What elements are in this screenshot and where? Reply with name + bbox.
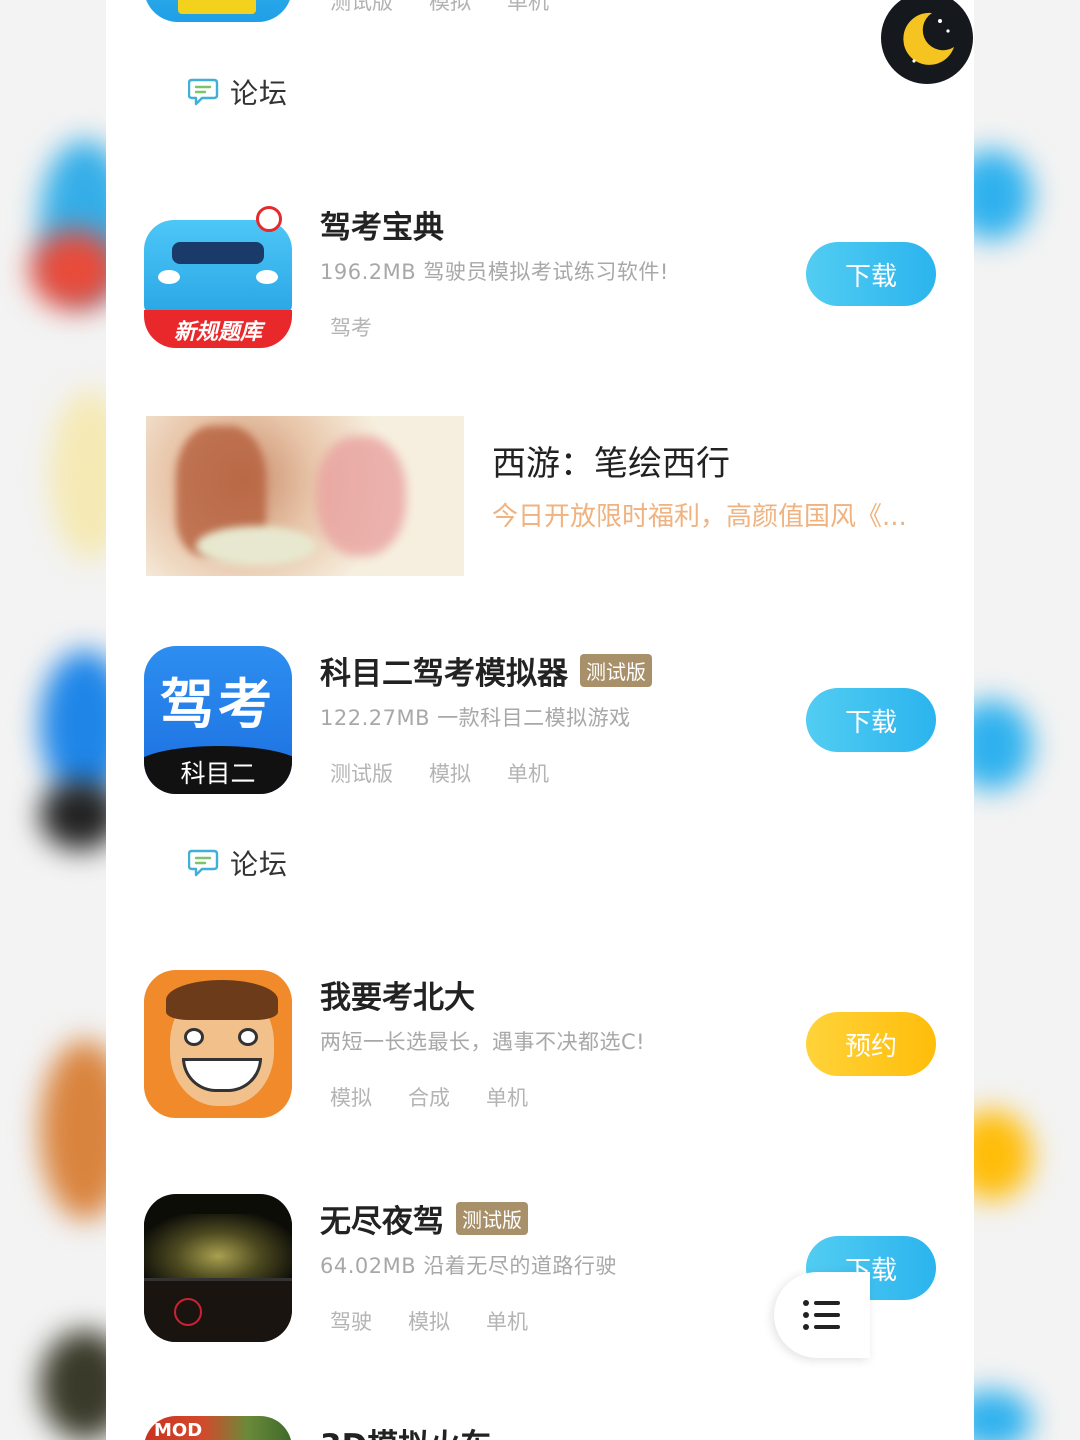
partial-app-tags: 测试版 模拟 单机 bbox=[330, 0, 549, 16]
app-name-text: 驾考宝典 bbox=[320, 210, 444, 246]
night-mode-button[interactable] bbox=[881, 0, 973, 84]
promo-image[interactable] bbox=[146, 416, 464, 576]
app-icon-3d-train[interactable]: MOD bbox=[144, 1416, 292, 1440]
tag: 模拟 bbox=[330, 1086, 372, 1110]
app-description: 122.27MB 一款科目二模拟游戏 bbox=[320, 706, 631, 730]
app-name-text: 无尽夜驾 bbox=[320, 1204, 444, 1240]
left-blurred-background bbox=[0, 0, 110, 1440]
app-name: 科目二驾考模拟器 测试版 bbox=[320, 648, 652, 693]
app-name-text: 我要考北大 bbox=[320, 980, 475, 1016]
app-name-text: 科目二驾考模拟器 bbox=[320, 656, 568, 692]
app-description: 64.02MB 沿着无尽的道路行驶 bbox=[320, 1254, 617, 1278]
promo-description: 今日开放限时福利，高颜值国风《... bbox=[492, 502, 907, 532]
app-tags: 模拟 合成 单机 bbox=[330, 1082, 528, 1112]
promo-banner[interactable]: 西游：笔绘西行 今日开放限时福利，高颜值国风《... bbox=[106, 416, 974, 586]
icon-label: 新规题库 bbox=[173, 320, 262, 345]
beta-badge: 测试版 bbox=[456, 1202, 528, 1235]
beta-badge: 测试版 bbox=[580, 654, 652, 687]
tag: 模拟 bbox=[408, 1310, 450, 1334]
list-item[interactable]: 我要考北大 两短一长选最长，遇事不决都选C! 模拟 合成 单机 预约 bbox=[106, 970, 974, 1130]
tag: 合成 bbox=[408, 1086, 450, 1110]
list-item[interactable]: 新规题库 驾考宝典 196.2MB 驾驶员模拟考试练习软件! 驾考 下载 bbox=[106, 200, 974, 360]
list-menu-icon bbox=[803, 1300, 840, 1330]
forum-chat-icon bbox=[188, 78, 219, 106]
download-button[interactable]: 下载 bbox=[806, 688, 936, 752]
app-description: 两短一长选最长，遇事不决都选C! bbox=[320, 1030, 646, 1054]
download-button[interactable]: 下载 bbox=[806, 242, 936, 306]
app-list-panel: 测试版 模拟 单机 论坛 新规题库 驾考宝典 196.2MB 驾驶员模拟考试练习… bbox=[106, 0, 974, 1440]
forum-label: 论坛 bbox=[230, 77, 289, 110]
forum-label: 论坛 bbox=[230, 848, 289, 881]
app-icon-wo-yao-kao-beida[interactable] bbox=[144, 970, 292, 1118]
right-blurred-background bbox=[972, 0, 1080, 1440]
reserve-button[interactable]: 预约 bbox=[806, 1012, 936, 1076]
app-icon-wujin-yejia[interactable] bbox=[144, 1194, 292, 1342]
app-tags: 驾驶 模拟 单机 bbox=[330, 1306, 528, 1336]
app-name: 3D模拟火车 bbox=[320, 1420, 491, 1440]
promo-title: 西游：笔绘西行 bbox=[492, 444, 730, 484]
app-icon-jiakao-baodian[interactable]: 新规题库 bbox=[144, 200, 292, 348]
list-item[interactable]: 驾考 科目二 科目二驾考模拟器 测试版 122.27MB 一款科目二模拟游戏 测… bbox=[106, 646, 974, 806]
app-description: 196.2MB 驾驶员模拟考试练习软件! bbox=[320, 260, 669, 284]
mod-badge: MOD bbox=[154, 1420, 203, 1440]
forum-link[interactable]: 论坛 bbox=[188, 843, 288, 883]
tag: 单机 bbox=[486, 1310, 528, 1334]
tag: 单机 bbox=[486, 1086, 528, 1110]
app-name: 我要考北大 bbox=[320, 972, 475, 1017]
partial-app-icon[interactable] bbox=[144, 0, 292, 22]
menu-button[interactable] bbox=[774, 1272, 870, 1358]
forum-link[interactable]: 论坛 bbox=[188, 72, 288, 112]
tag: 测试版 bbox=[330, 0, 393, 14]
icon-sublabel: 科目二 bbox=[180, 759, 256, 788]
tag: 单机 bbox=[507, 762, 549, 786]
forum-chat-icon bbox=[188, 849, 219, 877]
tag: 单机 bbox=[507, 0, 549, 14]
icon-label: 驾考 bbox=[160, 673, 276, 736]
moon-icon bbox=[903, 12, 954, 65]
tag: 模拟 bbox=[429, 0, 471, 14]
app-name: 驾考宝典 bbox=[320, 202, 444, 247]
tag: 驾考 bbox=[330, 316, 372, 340]
tag: 测试版 bbox=[330, 762, 393, 786]
app-icon-kemu-er[interactable]: 驾考 科目二 bbox=[144, 646, 292, 794]
list-item[interactable]: MOD 3D模拟火车 bbox=[106, 1416, 974, 1440]
tag: 模拟 bbox=[429, 762, 471, 786]
tag: 驾驶 bbox=[330, 1310, 372, 1334]
app-name: 无尽夜驾 测试版 bbox=[320, 1196, 528, 1241]
app-tags: 测试版 模拟 单机 bbox=[330, 758, 549, 788]
app-tags: 驾考 bbox=[330, 312, 372, 342]
